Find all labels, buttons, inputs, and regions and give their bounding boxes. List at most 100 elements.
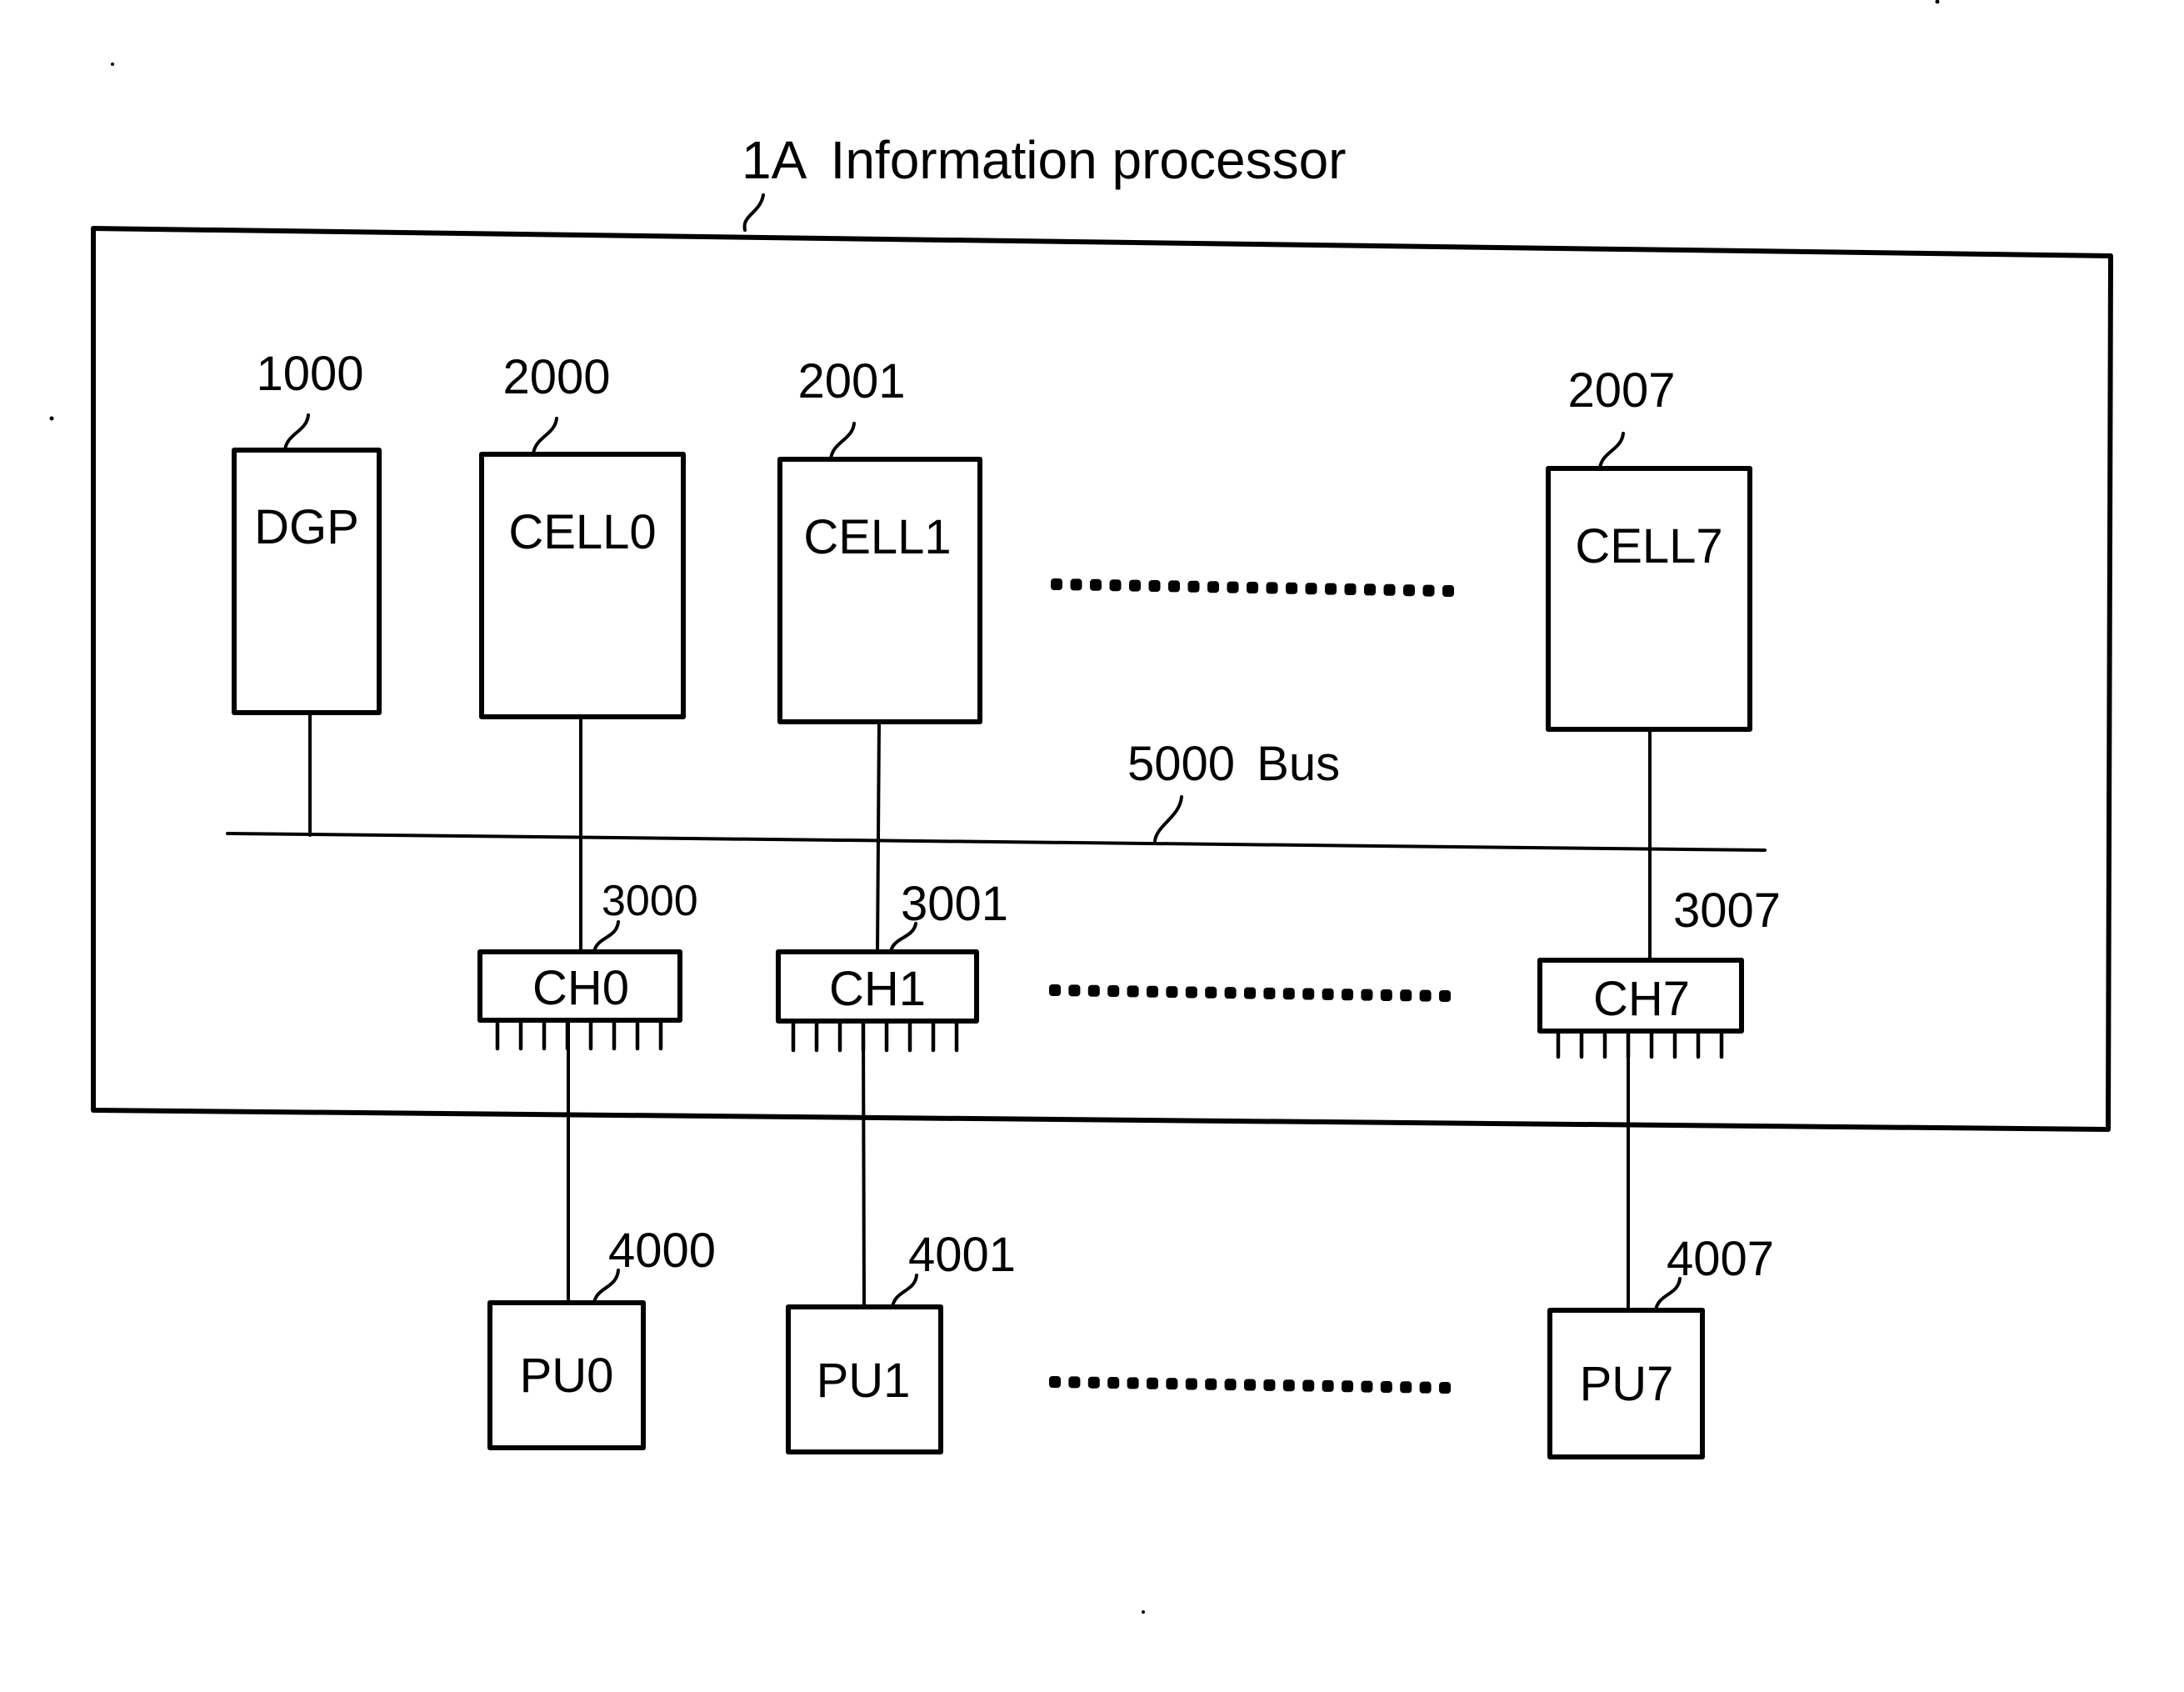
- ellipsis-dot: [1263, 1379, 1276, 1391]
- ellipsis-dot: [1205, 986, 1217, 999]
- ellipsis-dot: [1224, 987, 1237, 999]
- cell0-box: [479, 452, 686, 719]
- pu0-ref: 4000: [608, 1224, 716, 1278]
- ellipsis-dot: [1185, 1378, 1197, 1390]
- ellipsis-dot: [1227, 581, 1239, 593]
- pu-pu1: PU1 4001: [786, 1228, 1016, 1454]
- ellipsis-dot: [1049, 1376, 1061, 1388]
- ch1-pu-connector: [862, 1019, 866, 1311]
- ellipsis-dot: [1109, 579, 1122, 592]
- ellipsis-dot: [1342, 1380, 1353, 1393]
- scan-speck: [1142, 1610, 1145, 1614]
- scan-speck: [1935, 0, 1940, 4]
- ellipsis-dot: [1068, 1376, 1081, 1389]
- ellipsis-dot: [1361, 1380, 1373, 1393]
- bus-line: [226, 832, 1767, 852]
- ellipsis-dot: [1342, 989, 1353, 1001]
- pu7-ref: 4007: [1667, 1232, 1774, 1286]
- ellipsis-dot: [1263, 987, 1276, 999]
- cell7-leader: [1598, 432, 1625, 470]
- ellipsis-channels: [1049, 984, 1451, 1002]
- pu7-label: PU7: [1580, 1357, 1674, 1411]
- cell1-channel-connector: [876, 720, 881, 955]
- ellipsis-dot: [1244, 1379, 1256, 1391]
- bus-label: 5000 Bus: [1127, 737, 1340, 791]
- bus-text: Bus: [1257, 737, 1340, 791]
- ellipsis-dot: [1127, 985, 1139, 998]
- ellipsis-dot: [1224, 1379, 1237, 1391]
- ellipsis-dot: [1247, 582, 1258, 593]
- title-leader: [742, 193, 765, 232]
- ellipsis-cells: [1051, 578, 1454, 597]
- dgp-ref: 1000: [256, 347, 363, 401]
- top-unit-dgp: DGP 1000: [232, 347, 382, 837]
- ch7-pins: [1556, 1029, 1724, 1059]
- ellipsis-dot: [1322, 1379, 1334, 1392]
- ch0-ref: 3000: [602, 877, 698, 925]
- cell1-leader: [829, 422, 856, 461]
- ellipsis-dot: [1051, 578, 1062, 590]
- ellipsis-dot: [1419, 989, 1432, 1002]
- ellipsis-dot: [1383, 583, 1396, 596]
- pu-pu7: PU7 4007: [1547, 1232, 1774, 1459]
- cell7-ref: 2007: [1567, 363, 1675, 418]
- cell1-label: CELL1: [803, 510, 951, 564]
- cell1-ref: 2001: [797, 354, 905, 408]
- ellipsis-dot: [1380, 989, 1392, 1001]
- dgp-label: DGP: [254, 500, 359, 554]
- ellipsis-dot: [1439, 1382, 1451, 1394]
- ch0-leader: [592, 920, 620, 954]
- information-processor-frame: [91, 226, 2113, 1132]
- ellipsis-dot: [1205, 1378, 1217, 1390]
- block-diagram: 1A Information processor 5000 Bus DGP 10…: [49, 0, 2113, 1614]
- ellipsis-dot: [1090, 578, 1102, 591]
- scan-speck: [111, 63, 114, 66]
- ellipsis-dot: [1070, 578, 1082, 591]
- top-unit-cell7: CELL7 2007: [1546, 363, 1752, 964]
- ellipsis-dot: [1322, 988, 1334, 1000]
- bus-leader: [1153, 795, 1183, 843]
- ellipsis-processing-units: [1049, 1376, 1451, 1394]
- ellipsis-dot: [1187, 580, 1200, 593]
- ellipsis-dot: [1422, 584, 1435, 597]
- title-label: 1A Information processor: [742, 130, 1346, 190]
- ellipsis-dot: [1148, 580, 1161, 592]
- top-unit-cell0: CELL0 2000: [479, 350, 686, 954]
- top-unit-cell1: CELL1 2001: [777, 354, 982, 955]
- ellipsis-dot: [1068, 984, 1081, 997]
- bus-ref: 5000: [1127, 737, 1235, 791]
- ellipsis-dot: [1107, 985, 1120, 998]
- ellipsis-dot: [1147, 1377, 1158, 1389]
- ellipsis-dot: [1364, 583, 1376, 596]
- pu0-label: PU0: [520, 1349, 614, 1403]
- ch7-label: CH7: [1593, 972, 1690, 1026]
- pu1-ref: 4001: [908, 1228, 1016, 1282]
- dgp-box: [232, 448, 382, 715]
- ellipsis-dot: [1107, 1377, 1120, 1389]
- ellipsis-dot: [1282, 988, 1295, 1000]
- ellipsis-dot: [1168, 580, 1180, 593]
- ellipsis-dot: [1380, 1380, 1392, 1393]
- ellipsis-dot: [1087, 1376, 1100, 1389]
- ellipsis-dot: [1087, 984, 1100, 997]
- ch0-label: CH0: [532, 961, 629, 1015]
- cell0-leader: [532, 417, 558, 456]
- ellipsis-dot: [1185, 986, 1197, 999]
- ellipsis-dot: [1439, 990, 1451, 1002]
- ch1-pins: [791, 1019, 959, 1053]
- title-text: Information processor: [831, 130, 1347, 190]
- ellipsis-dot: [1282, 1379, 1295, 1392]
- ellipsis-dot: [1325, 583, 1337, 595]
- ch0-pins: [495, 1018, 663, 1051]
- ellipsis-dot: [1129, 579, 1141, 592]
- cell0-ref: 2000: [502, 350, 610, 404]
- ellipsis-dot: [1127, 1377, 1139, 1389]
- ellipsis-dot: [1419, 1381, 1432, 1394]
- pu-pu0: PU0 4000: [487, 1224, 716, 1450]
- ellipsis-dot: [1286, 582, 1297, 594]
- ellipsis-dot: [1305, 583, 1317, 595]
- ellipsis-dot: [1400, 989, 1412, 1002]
- ellipsis-dot: [1244, 987, 1256, 999]
- cell0-label: CELL0: [508, 505, 656, 559]
- cell7-box: [1546, 466, 1752, 732]
